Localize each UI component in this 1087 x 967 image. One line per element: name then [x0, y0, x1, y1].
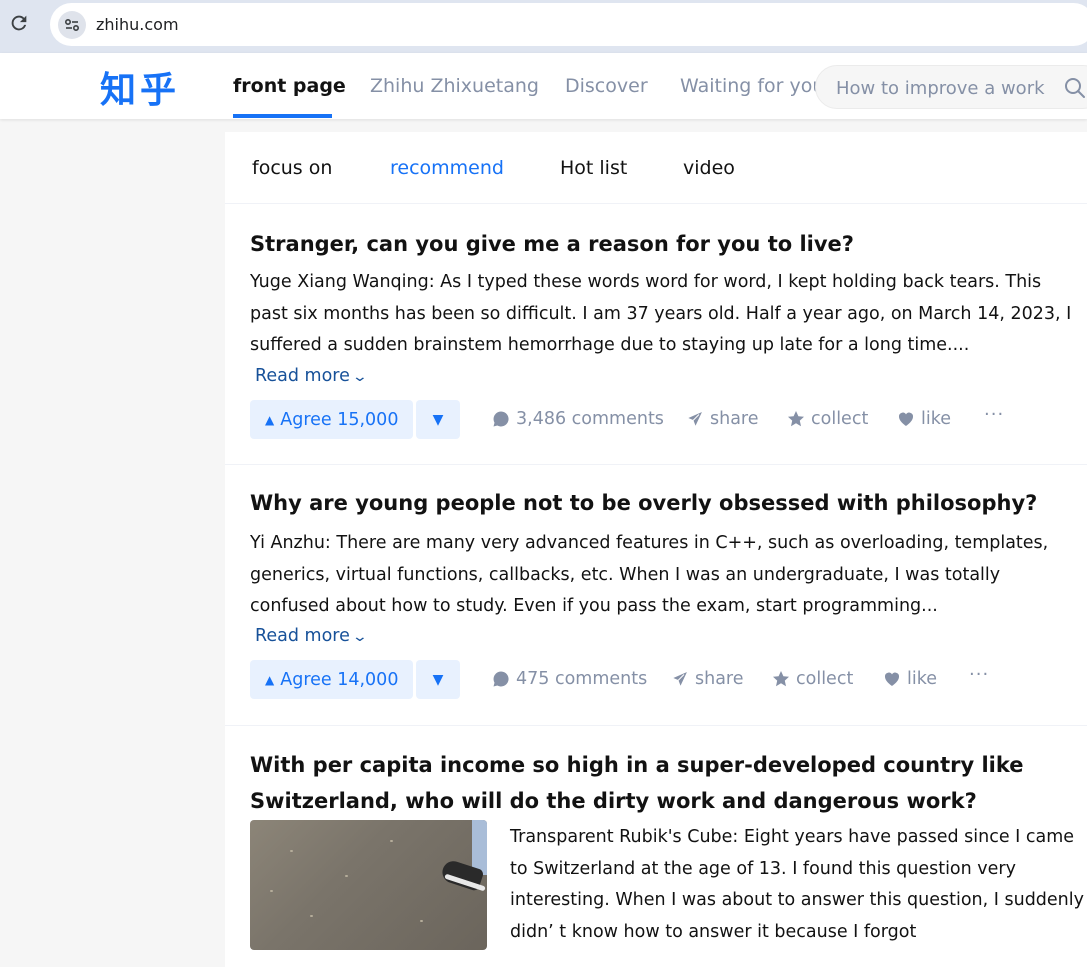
address-bar[interactable]: zhihu.com — [50, 3, 1087, 46]
share-icon — [686, 410, 704, 428]
triangle-up-icon: ▲ — [265, 412, 275, 427]
triangle-up-icon: ▲ — [265, 672, 275, 687]
agree-label: Agree 15,000 — [280, 409, 399, 430]
read-more-link[interactable]: Read more ⌄ — [255, 626, 368, 646]
read-more-label: Read more — [255, 626, 350, 646]
pavement-speck — [345, 875, 348, 877]
tab-focus-on[interactable]: focus on — [252, 157, 332, 179]
collect-button[interactable]: collect — [772, 669, 853, 689]
comments-label: 3,486 comments — [516, 409, 664, 429]
heart-icon — [884, 672, 900, 686]
star-icon — [773, 671, 789, 687]
triangle-down-icon: ▼ — [432, 671, 444, 688]
pavement-speck — [390, 840, 393, 842]
nav-front-page[interactable]: front page — [233, 75, 346, 97]
zhihu-logo[interactable]: 知乎 — [100, 61, 180, 113]
tab-video[interactable]: video — [683, 157, 735, 179]
feed-item: Stranger, can you give me a reason for y… — [225, 204, 1087, 465]
search-box[interactable] — [815, 65, 1087, 109]
reload-icon[interactable] — [8, 12, 30, 34]
triangle-down-icon: ▼ — [432, 411, 444, 428]
tab-recommend[interactable]: recommend — [390, 157, 504, 179]
comment-icon — [493, 671, 509, 687]
url-text[interactable]: zhihu.com — [96, 15, 179, 34]
search-input[interactable] — [836, 76, 1061, 100]
collect-button[interactable]: collect — [787, 409, 868, 429]
like-button[interactable]: like — [897, 409, 951, 429]
item-title[interactable]: With per capita income so high in a supe… — [250, 747, 1070, 819]
disagree-button[interactable]: ▼ — [416, 400, 460, 439]
item-thumbnail[interactable] — [250, 820, 487, 950]
share-button[interactable]: share — [686, 409, 759, 429]
share-label: share — [710, 409, 759, 429]
pavement-speck — [310, 915, 313, 917]
share-label: share — [695, 669, 744, 689]
comments-button[interactable]: 3,486 comments — [492, 409, 664, 429]
feed-card: focus on recommend Hot list video Strang… — [225, 132, 1087, 967]
tab-hot-list[interactable]: Hot list — [560, 157, 627, 179]
like-label: like — [907, 669, 938, 689]
nav-zhixuetang[interactable]: Zhihu Zhixuetang — [370, 75, 539, 97]
agree-button[interactable]: ▲ Agree 15,000 — [250, 400, 414, 439]
pavement-speck — [420, 920, 423, 922]
feed-item: Why are young people not to be overly ob… — [225, 465, 1087, 726]
tune-icon — [65, 19, 80, 32]
feed-item: With per capita income so high in a supe… — [225, 726, 1087, 967]
item-excerpt[interactable]: Transparent Rubik's Cube: Eight years ha… — [510, 822, 1085, 948]
comments-label: 475 comments — [516, 669, 648, 689]
nav-waiting-for-you[interactable]: Waiting for you — [680, 75, 824, 97]
site-header: 知乎 front page Zhihu Zhixuetang Discover … — [0, 53, 1087, 119]
search-icon[interactable] — [1064, 77, 1086, 99]
comment-icon — [493, 411, 509, 427]
star-icon — [788, 411, 804, 427]
browser-toolbar: zhihu.com — [0, 0, 1087, 53]
nav-discover[interactable]: Discover — [565, 75, 648, 97]
pavement-speck — [270, 890, 273, 892]
comments-button[interactable]: 475 comments — [492, 669, 647, 689]
more-options-icon[interactable]: ··· — [984, 404, 1004, 425]
collect-label: collect — [811, 409, 869, 429]
item-actions: ▲ Agree 14,000 ▼ 475 comments share coll… — [250, 660, 1080, 700]
item-excerpt[interactable]: Yi Anzhu: There are many very advanced f… — [250, 528, 1080, 623]
read-more-link[interactable]: Read more ⌄ — [255, 366, 368, 386]
share-button[interactable]: share — [671, 669, 744, 689]
chevron-down-icon: ⌄ — [351, 369, 368, 385]
item-actions: ▲ Agree 15,000 ▼ 3,486 comments share co… — [250, 400, 1080, 440]
site-info-button[interactable] — [58, 11, 86, 39]
read-more-label: Read more — [255, 366, 350, 386]
item-title[interactable]: Why are young people not to be overly ob… — [250, 485, 1070, 521]
item-title[interactable]: Stranger, can you give me a reason for y… — [250, 226, 1070, 262]
chevron-down-icon: ⌄ — [351, 629, 368, 645]
like-label: like — [921, 409, 952, 429]
agree-button[interactable]: ▲ Agree 14,000 — [250, 660, 414, 699]
feed-tabs: focus on recommend Hot list video — [225, 132, 1087, 204]
agree-label: Agree 14,000 — [280, 669, 399, 690]
heart-icon — [898, 412, 914, 426]
nav-active-indicator — [233, 114, 332, 118]
collect-label: collect — [796, 669, 854, 689]
item-excerpt[interactable]: Yuge Xiang Wanqing: As I typed these wor… — [250, 267, 1080, 362]
more-options-icon[interactable]: ··· — [969, 664, 989, 685]
like-button[interactable]: like — [883, 669, 937, 689]
pavement-speck — [290, 850, 293, 852]
disagree-button[interactable]: ▼ — [416, 660, 460, 699]
share-icon — [671, 670, 689, 688]
